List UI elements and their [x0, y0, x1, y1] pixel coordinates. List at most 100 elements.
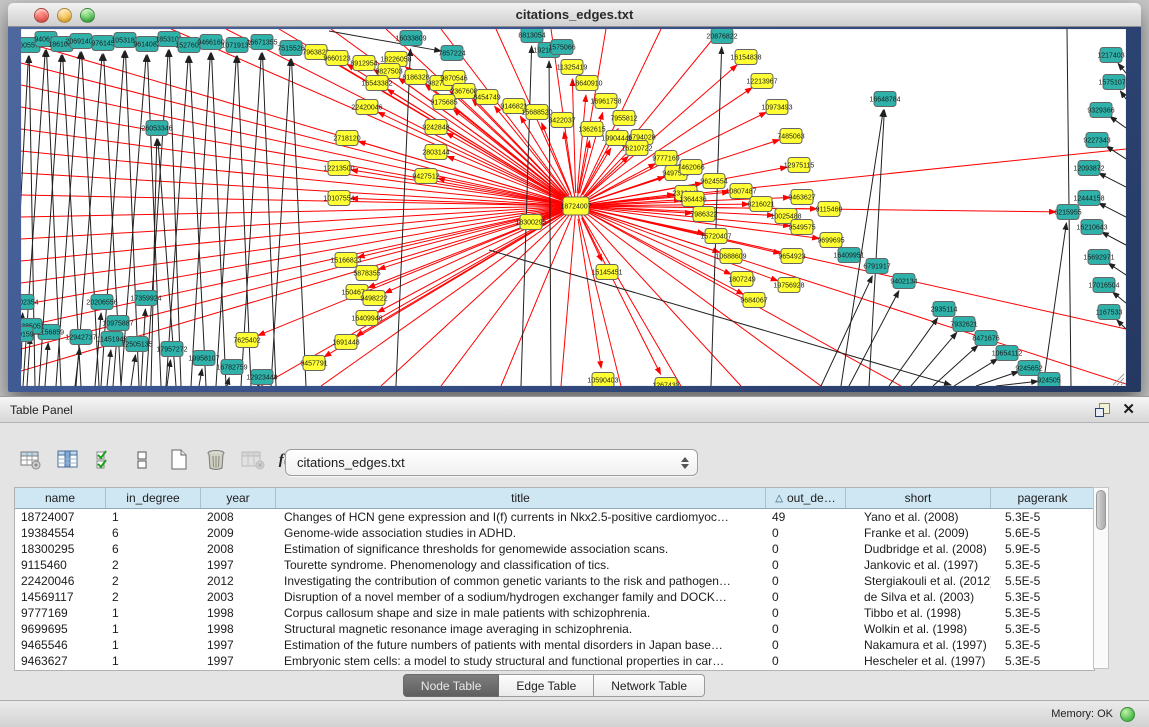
graph-node[interactable] — [21, 295, 34, 310]
tab-edge-table[interactable]: Edge Table — [499, 674, 594, 697]
graph-node[interactable] — [356, 100, 378, 115]
graph-node[interactable] — [893, 274, 915, 289]
table-row[interactable]: 1830029562008Estimation of significance … — [15, 541, 1094, 557]
column-header-year[interactable]: year — [201, 488, 276, 508]
graph-node[interactable] — [953, 317, 975, 332]
graph-node[interactable] — [1018, 361, 1040, 376]
graph-node[interactable] — [251, 370, 273, 385]
zoom-window-button[interactable] — [80, 8, 95, 23]
graph-node[interactable] — [425, 120, 447, 135]
graph-node[interactable] — [400, 31, 422, 46]
graph-node[interactable] — [778, 278, 800, 293]
graph-node[interactable] — [146, 121, 168, 136]
graph-node[interactable] — [1057, 205, 1079, 220]
graph-node[interactable] — [415, 169, 437, 184]
graph-node[interactable] — [820, 233, 842, 248]
column-header-short[interactable]: short — [846, 488, 991, 508]
graph-node[interactable] — [791, 220, 813, 235]
graph-node[interactable] — [1081, 220, 1103, 235]
table-row[interactable]: 2242004622012Investigating the contribut… — [15, 573, 1094, 589]
column-header-out_de[interactable]: △out_de… — [766, 488, 846, 508]
graph-node[interactable] — [655, 378, 677, 387]
graph-node[interactable] — [335, 253, 357, 268]
close-panel-icon[interactable]: ✕ — [1122, 402, 1135, 417]
graph-node[interactable] — [933, 302, 955, 317]
tab-node-table[interactable]: Node Table — [403, 674, 500, 697]
graph-node[interactable] — [136, 37, 158, 52]
graph-node[interactable] — [328, 161, 350, 176]
float-panel-icon[interactable] — [1095, 402, 1110, 417]
graph-node[interactable] — [735, 50, 757, 65]
graph-node[interactable] — [874, 92, 896, 107]
graph-node[interactable] — [441, 46, 463, 61]
graph-node[interactable] — [353, 56, 375, 71]
graph-node[interactable] — [126, 337, 148, 352]
graph-node[interactable] — [596, 265, 618, 280]
graph-node[interactable] — [720, 249, 742, 264]
select-columns-button[interactable] — [92, 447, 118, 473]
graph-node[interactable] — [1100, 48, 1122, 63]
graph-node[interactable] — [425, 145, 447, 160]
graph-node[interactable] — [503, 99, 525, 114]
graph-node[interactable] — [866, 259, 888, 274]
graph-node[interactable] — [592, 373, 614, 387]
graph-node[interactable] — [251, 35, 273, 50]
graph-node[interactable] — [606, 131, 628, 146]
graph-node[interactable] — [975, 331, 997, 346]
graph-node[interactable] — [780, 129, 802, 144]
graph-node[interactable] — [818, 202, 840, 217]
table-row[interactable]: 946362711997Embryonic stem cells: a mode… — [15, 653, 1094, 669]
new-file-button[interactable] — [166, 447, 192, 473]
graph-node[interactable] — [280, 41, 302, 56]
graph-node[interactable] — [626, 141, 648, 156]
graph-node[interactable] — [305, 45, 327, 60]
graph-node[interactable] — [838, 248, 860, 263]
graph-node[interactable] — [356, 311, 378, 326]
table-row[interactable]: 1872400712008Changes of HCN gene express… — [15, 509, 1094, 525]
graph-node[interactable] — [705, 229, 727, 244]
graph-node[interactable] — [682, 192, 704, 207]
table-selector-dropdown[interactable]: citations_edges.txt — [285, 449, 698, 476]
column-header-title[interactable]: title — [276, 488, 766, 508]
graph-node[interactable] — [520, 215, 542, 230]
graph-node[interactable] — [335, 335, 357, 350]
graph-node[interactable] — [1088, 250, 1110, 265]
graph-node[interactable] — [655, 151, 677, 166]
graph-node[interactable] — [595, 94, 617, 109]
graph-node[interactable] — [1103, 75, 1125, 90]
graph-node[interactable] — [433, 95, 455, 110]
graph-node[interactable] — [1038, 373, 1060, 387]
graph-node[interactable] — [303, 356, 325, 371]
graph-node[interactable] — [1090, 103, 1112, 118]
graph-node[interactable] — [70, 330, 92, 345]
graph-node[interactable] — [693, 207, 715, 222]
graph-node[interactable] — [336, 131, 358, 146]
graph-node[interactable] — [193, 351, 215, 366]
graph-node[interactable] — [161, 342, 183, 357]
graph-node[interactable] — [576, 76, 598, 91]
table-row[interactable]: 1938455462009Genome-wide association stu… — [15, 525, 1094, 541]
graph-node[interactable] — [581, 122, 603, 137]
graph-node[interactable] — [551, 113, 573, 128]
minimize-window-button[interactable] — [57, 8, 72, 23]
graph-node[interactable] — [114, 33, 136, 48]
graph-node[interactable] — [1078, 161, 1100, 176]
graph-node[interactable] — [328, 191, 350, 206]
graph-node[interactable] — [453, 84, 475, 99]
graph-node[interactable] — [1086, 133, 1108, 148]
graph-node[interactable] — [750, 197, 772, 212]
graph-node[interactable] — [476, 90, 498, 105]
row-height-button[interactable] — [129, 447, 155, 473]
network-canvas[interactable]: 2605572940612186104320691406976145105318… — [21, 29, 1126, 386]
table-row[interactable]: 1456911722003Disruption of a novel membe… — [15, 589, 1094, 605]
tab-network-table[interactable]: Network Table — [594, 674, 705, 697]
graph-node[interactable] — [91, 295, 113, 310]
table-row[interactable]: 977716911998Corpus callosum shape and si… — [15, 605, 1094, 621]
graph-node[interactable] — [996, 346, 1018, 361]
column-header-name[interactable]: name — [15, 488, 106, 508]
graph-node[interactable] — [526, 105, 548, 120]
graph-node[interactable] — [363, 291, 385, 306]
graph-node[interactable] — [356, 266, 378, 281]
graph-node[interactable] — [703, 174, 725, 189]
graph-node[interactable] — [178, 38, 200, 53]
